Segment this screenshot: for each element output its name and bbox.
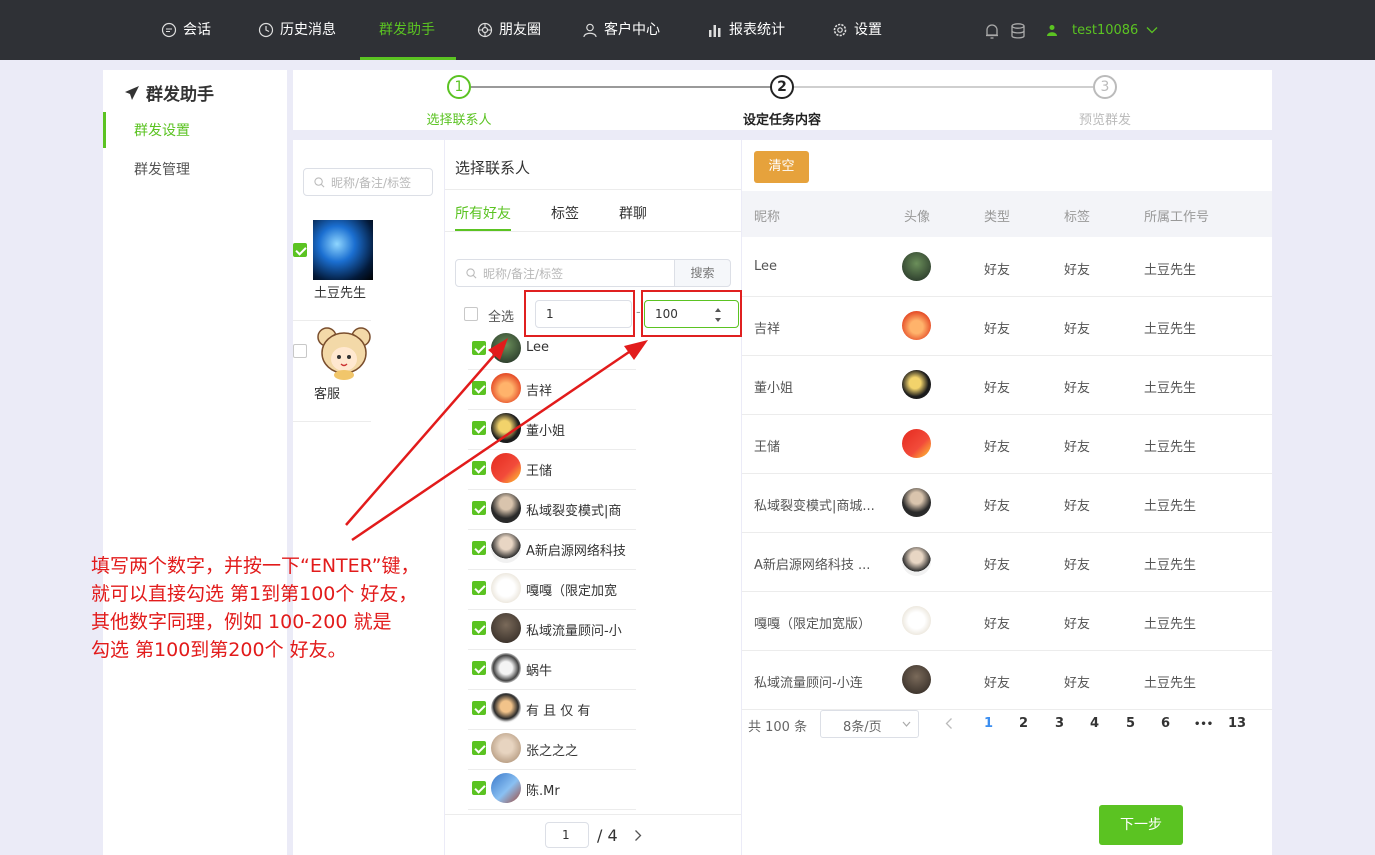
annotation-text: 填写两个数字，并按一下“ENTER”键， 就可以直接勾选 第1到第100个 好友… [91,555,420,661]
annotation-arrowhead [624,340,648,360]
annotation-arrow [345,351,498,526]
annotation-arrow [351,348,633,542]
annotation-arrowhead [488,338,508,360]
annotation-arrows [345,338,648,542]
